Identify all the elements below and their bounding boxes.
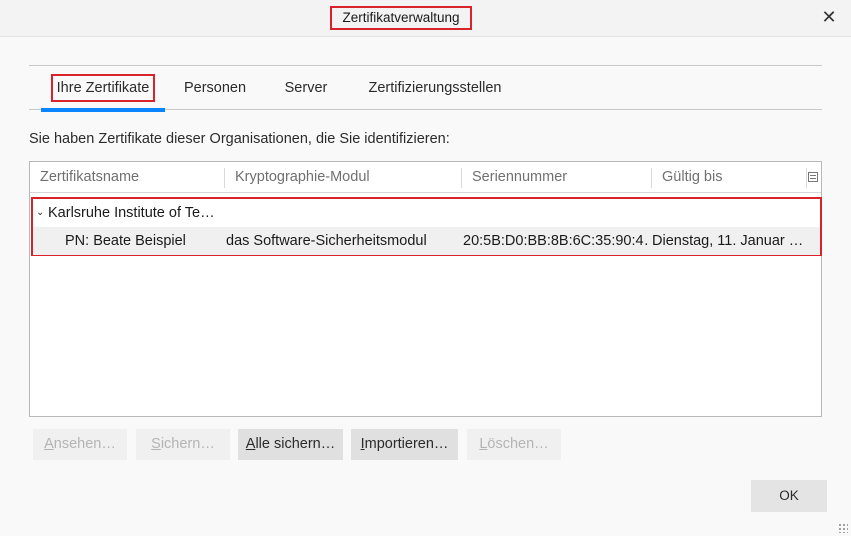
group-label: Karlsruhe Institute of Te… xyxy=(48,205,215,221)
title-bar: Zertifikatverwaltung ✕ xyxy=(0,0,851,37)
tree-header: Zertifikatsname Kryptographie-Modul Seri… xyxy=(30,162,821,193)
accesskey: A xyxy=(44,436,54,452)
tab-servers[interactable]: Server xyxy=(272,66,340,110)
cell-serial-number: 20:5B:D0:BB:8B:6C:35:90:4… xyxy=(463,233,648,249)
cell-security-module: das Software-Sicherheitsmodul xyxy=(226,233,427,249)
column-header-module[interactable]: Kryptographie-Modul xyxy=(225,162,461,193)
resize-grip-icon[interactable] xyxy=(838,523,848,533)
tab-label: Server xyxy=(284,80,328,96)
view-button[interactable]: Ansehen… xyxy=(33,429,127,460)
backup-button[interactable]: Sichern… xyxy=(136,429,230,460)
tab-strip: Ihre Zertifikate Personen Server Zertifi… xyxy=(29,65,822,112)
button-label: öschen… xyxy=(487,436,549,452)
button-label: lle sichern… xyxy=(255,436,336,452)
tab-people[interactable]: Personen xyxy=(175,66,255,110)
column-splitter[interactable] xyxy=(806,168,807,188)
accesskey: A xyxy=(245,436,256,452)
button-label: ichern… xyxy=(160,436,215,452)
tab-label: Zertifizierungsstellen xyxy=(368,80,502,96)
column-header-serial[interactable]: Seriennummer xyxy=(462,162,651,193)
column-picker-icon[interactable] xyxy=(808,172,818,182)
column-header-name[interactable]: Zertifikatsname xyxy=(30,162,224,193)
column-header-valid-until[interactable]: Gültig bis xyxy=(652,162,806,193)
intro-text: Sie haben Zertifikate dieser Organisatio… xyxy=(29,131,450,147)
window-title: Zertifikatverwaltung xyxy=(330,6,472,30)
certificate-rows: ⌄ Karlsruhe Institute of Te… PN: Beate B… xyxy=(31,197,822,256)
ok-button[interactable]: OK xyxy=(751,480,827,512)
tree-group-row[interactable]: ⌄ Karlsruhe Institute of Te… xyxy=(33,199,820,227)
backup-all-button[interactable]: Alle sichern… xyxy=(238,429,343,460)
import-button[interactable]: Importieren… xyxy=(351,429,458,460)
tab-label: Personen xyxy=(183,80,247,96)
tab-authorities[interactable]: Zertifizierungsstellen xyxy=(362,66,508,110)
button-label: mportieren… xyxy=(364,436,449,452)
button-label: nsehen… xyxy=(53,436,116,452)
chevron-down-icon[interactable]: ⌄ xyxy=(36,199,48,227)
tab-your-certificates[interactable]: Ihre Zertifikate xyxy=(41,66,165,112)
cell-valid-until: Dienstag, 11. Januar … xyxy=(652,233,804,249)
cell-certificate-name: PN: Beate Beispiel xyxy=(65,233,186,249)
table-row[interactable]: PN: Beate Beispiel das Software-Sicherhe… xyxy=(33,227,820,255)
tab-label: Ihre Zertifikate xyxy=(50,74,156,102)
close-icon[interactable]: ✕ xyxy=(821,8,837,26)
accesskey: S xyxy=(151,436,161,452)
certificate-tree[interactable]: Zertifikatsname Kryptographie-Modul Seri… xyxy=(29,161,822,417)
delete-button[interactable]: Löschen… xyxy=(467,429,561,460)
